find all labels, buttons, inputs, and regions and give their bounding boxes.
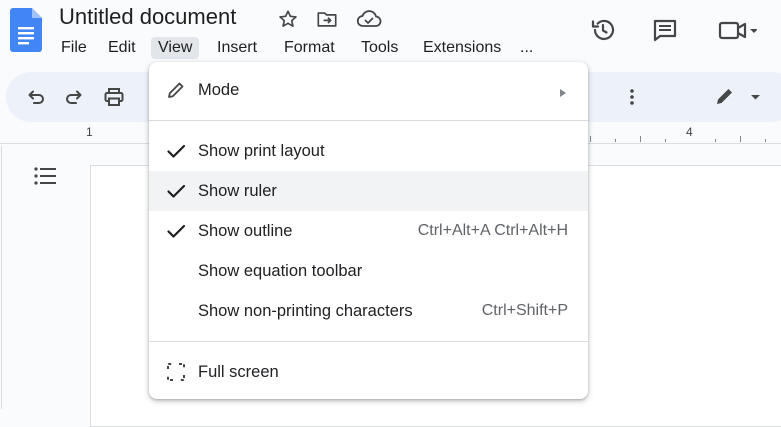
menu-format[interactable]: Format bbox=[282, 37, 337, 59]
star-icon[interactable] bbox=[277, 8, 299, 30]
ruler-label-4: 4 bbox=[686, 125, 693, 139]
check-icon bbox=[165, 140, 187, 162]
document-title[interactable]: Untitled document bbox=[59, 4, 236, 30]
edit-pencil-icon[interactable] bbox=[713, 86, 761, 108]
ruler-tick bbox=[665, 139, 666, 142]
outline-list-icon[interactable] bbox=[33, 165, 59, 189]
print-icon[interactable] bbox=[103, 86, 125, 108]
menu-insert[interactable]: Insert bbox=[215, 37, 259, 59]
menu-separator bbox=[149, 120, 588, 121]
menu-item-label: Show print layout bbox=[198, 142, 325, 160]
ruler-tick bbox=[740, 136, 741, 142]
redo-icon[interactable] bbox=[63, 86, 85, 108]
menu-item-label: Show non-printing characters bbox=[198, 302, 413, 320]
menu-item-show-ruler[interactable]: Show ruler bbox=[149, 171, 588, 211]
docs-logo-icon[interactable] bbox=[10, 8, 42, 52]
menu-tools[interactable]: Tools bbox=[359, 37, 400, 59]
ruler-tick bbox=[615, 139, 616, 142]
menu-item-show-equation-toolbar[interactable]: Show equation toolbar bbox=[149, 251, 588, 291]
menu-item-full-screen[interactable]: Full screen bbox=[149, 352, 588, 392]
meet-video-icon[interactable] bbox=[717, 16, 758, 44]
menu-view[interactable]: View bbox=[151, 37, 200, 59]
more-vert-icon[interactable] bbox=[621, 86, 643, 108]
ruler-tick bbox=[590, 136, 591, 142]
menu-item-show-outline[interactable]: Show outline Ctrl+Alt+A Ctrl+Alt+H bbox=[149, 211, 588, 251]
cloud-saved-icon[interactable] bbox=[356, 8, 382, 30]
ruler-label-1: 1 bbox=[86, 125, 93, 139]
ruler-tick bbox=[640, 136, 641, 142]
check-icon bbox=[165, 220, 187, 242]
menu-item-label: Show equation toolbar bbox=[198, 262, 363, 280]
ruler-tick bbox=[715, 139, 716, 142]
menu-item-label: Show outline bbox=[198, 222, 293, 240]
menu-item-show-non-printing-characters[interactable]: Show non-printing characters Ctrl+Shift+… bbox=[149, 291, 588, 331]
menu-item-show-print-layout[interactable]: Show print layout bbox=[149, 131, 588, 171]
fullscreen-icon bbox=[165, 361, 187, 383]
menu-edit[interactable]: Edit bbox=[106, 37, 138, 59]
vertical-ruler bbox=[1, 146, 2, 409]
menu-item-label: Show ruler bbox=[198, 182, 277, 200]
menu-extensions[interactable]: Extensions bbox=[421, 37, 503, 59]
view-menu-dropdown: Mode Show print layout Show ruler Show o… bbox=[149, 62, 588, 399]
undo-icon[interactable] bbox=[25, 86, 47, 108]
menu-item-shortcut: Ctrl+Shift+P bbox=[481, 302, 568, 319]
menu-separator bbox=[149, 341, 588, 342]
submenu-arrow-icon bbox=[558, 85, 568, 97]
check-icon bbox=[165, 180, 187, 202]
menu-file[interactable]: File bbox=[59, 37, 89, 59]
menu-item-label: Mode bbox=[198, 81, 240, 99]
ruler-tick bbox=[765, 139, 766, 142]
menu-more[interactable]: ... bbox=[518, 37, 535, 59]
pencil-icon bbox=[165, 79, 187, 101]
move-folder-icon[interactable] bbox=[316, 8, 338, 30]
menu-item-shortcut: Ctrl+Alt+A Ctrl+Alt+H bbox=[417, 222, 568, 239]
comment-icon[interactable] bbox=[651, 16, 679, 44]
menu-item-label: Full screen bbox=[198, 363, 279, 381]
menu-item-mode[interactable]: Mode bbox=[149, 70, 588, 110]
history-icon[interactable] bbox=[589, 16, 617, 44]
